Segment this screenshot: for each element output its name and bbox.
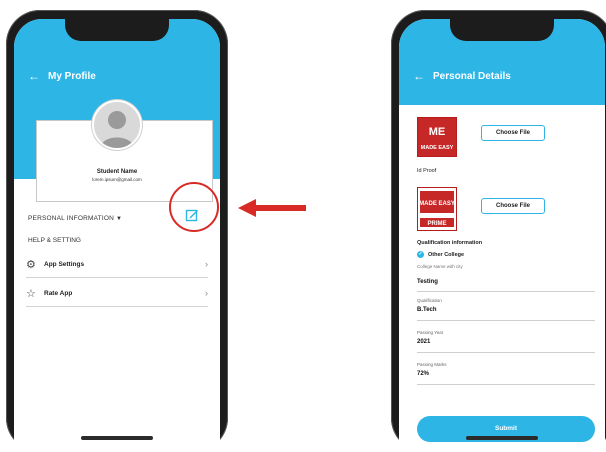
other-college-label: Other College — [428, 251, 465, 258]
arrow-left-icon — [238, 199, 306, 217]
qualification-heading: Qualification information — [417, 240, 483, 246]
menu-item-rate-app[interactable]: ☆ Rate App › — [26, 280, 208, 307]
menu-item-app-settings[interactable]: ⚙ App Settings › — [26, 251, 208, 278]
back-arrow-icon[interactable]: ← — [28, 69, 40, 83]
profile-header-row: ← My Profile — [28, 69, 96, 83]
caret-down-icon: ▼ — [116, 216, 123, 222]
phone-notch — [450, 19, 554, 41]
choose-file-button[interactable]: Choose File — [481, 125, 545, 141]
svg-text:MADE EASY: MADE EASY — [421, 145, 454, 151]
passing-marks-field[interactable]: Passing Marks 72% — [417, 358, 595, 385]
svg-text:PRIME: PRIME — [427, 221, 446, 227]
testing-value: Testing — [417, 279, 438, 285]
made-easy-prime-logo: MADE EASY PRIME — [417, 187, 457, 231]
gear-icon: ⚙ — [26, 258, 36, 271]
qualification-field[interactable]: Qualification B.Tech — [417, 294, 595, 321]
star-icon: ☆ — [26, 287, 36, 300]
phone-profile-screen: ← My Profile Student Name lorem.ipsum@gm… — [6, 10, 228, 452]
student-name: Student Name — [96, 169, 138, 175]
choose-file-button[interactable]: Choose File — [481, 198, 545, 214]
field-label: Qualification — [417, 298, 442, 303]
made-easy-logo: ME MADE EASY — [417, 117, 457, 157]
chevron-right-icon: › — [205, 259, 208, 269]
avatar[interactable] — [92, 100, 142, 150]
student-email: lorem.ipsum@gmail.com — [92, 177, 142, 182]
home-indicator — [81, 436, 153, 440]
passing-year-field[interactable]: Passing Year 2021 — [417, 326, 595, 353]
personal-information-toggle[interactable]: PERSONAL INFORMATION ▼ — [28, 215, 122, 222]
back-arrow-icon[interactable]: ← — [413, 69, 425, 83]
other-college-checkbox[interactable]: ✓ Other College — [417, 251, 464, 258]
phone-notch — [65, 19, 169, 41]
id-proof-label: Id Proof — [417, 168, 437, 174]
page-title: My Profile — [48, 70, 96, 82]
chevron-right-icon: › — [205, 288, 208, 298]
field-label: Passing Year — [417, 330, 444, 335]
field-value: B.Tech — [417, 307, 437, 313]
home-indicator — [466, 436, 538, 440]
checkmark-icon: ✓ — [417, 251, 424, 258]
phone-personal-details-screen: ← Personal Details ME MADE EASY Choose F… — [391, 10, 606, 452]
field-value: 2021 — [417, 339, 431, 345]
personal-information-label: PERSONAL INFORMATION — [28, 215, 114, 222]
help-setting-heading: HELP & SETTING — [28, 237, 81, 244]
highlight-circle — [169, 182, 219, 232]
testing-field[interactable]: Testing — [417, 269, 595, 292]
person-icon — [100, 111, 134, 148]
field-label: Passing Marks — [417, 362, 447, 367]
menu-item-label: Rate App — [44, 289, 73, 297]
details-header-row: ← Personal Details — [413, 69, 511, 83]
profile-screen: ← My Profile Student Name lorem.ipsum@gm… — [14, 19, 220, 452]
field-value: 72% — [417, 371, 430, 377]
menu-item-label: App Settings — [44, 260, 85, 268]
svg-text:ME: ME — [429, 126, 446, 138]
page-title: Personal Details — [433, 70, 511, 82]
svg-text:MADE EASY: MADE EASY — [419, 201, 455, 207]
personal-details-screen: ← Personal Details ME MADE EASY Choose F… — [399, 19, 605, 452]
